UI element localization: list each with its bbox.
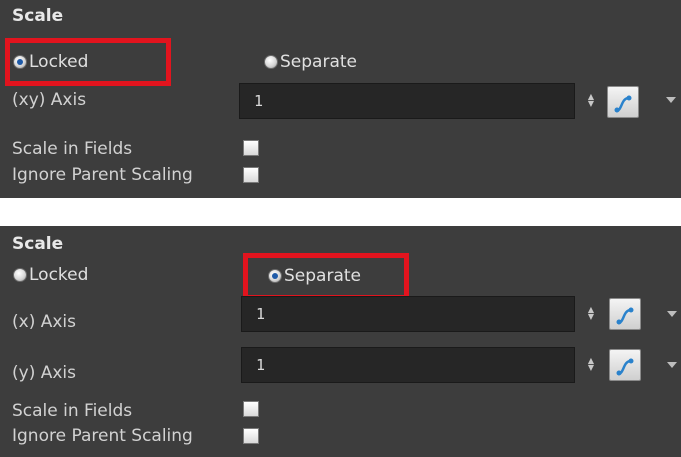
y-axis-field[interactable]: 1 <box>241 347 575 383</box>
caret-down-icon[interactable] <box>666 97 676 103</box>
function-curve-icon <box>614 95 632 113</box>
scale-in-fields-label: Scale in Fields <box>12 401 133 421</box>
ignore-parent-scaling-checkbox[interactable] <box>243 428 259 444</box>
radio-unselected-icon <box>13 268 27 282</box>
radio-locked-label: Locked <box>29 265 89 285</box>
radio-separate[interactable]: Separate <box>264 52 357 72</box>
x-axis-field[interactable]: 1 <box>241 296 575 332</box>
section-title: Scale <box>12 6 64 26</box>
scale-in-fields-label: Scale in Fields <box>12 139 133 159</box>
radio-separate-label: Separate <box>280 52 357 72</box>
section-title: Scale <box>12 234 64 254</box>
radio-unselected-icon <box>264 55 278 69</box>
stepper-icon[interactable]: ▲ ▼ <box>585 93 597 109</box>
xy-axis-field[interactable]: 1 <box>239 83 575 119</box>
ignore-parent-scaling-checkbox[interactable] <box>243 167 259 183</box>
function-curve-icon <box>616 358 634 376</box>
xy-axis-label: (xy) Axis <box>12 90 87 110</box>
highlight-box <box>243 253 409 300</box>
x-axis-label: (x) Axis <box>12 312 76 332</box>
caret-down-icon[interactable] <box>667 311 677 317</box>
highlight-box <box>5 38 171 86</box>
ignore-parent-scaling-label: Ignore Parent Scaling <box>12 165 193 185</box>
scale-panel-separate: Scale Locked Separate (x) Axis 1 ▲ ▼ (y) … <box>0 226 681 457</box>
stepper-icon[interactable]: ▲ ▼ <box>585 357 597 373</box>
scale-in-fields-checkbox[interactable] <box>243 140 259 156</box>
ignore-parent-scaling-label: Ignore Parent Scaling <box>12 426 193 446</box>
function-curve-button[interactable] <box>609 298 641 330</box>
caret-down-icon[interactable] <box>667 362 677 368</box>
stepper-icon[interactable]: ▲ ▼ <box>585 306 597 322</box>
function-curve-icon <box>616 307 634 325</box>
function-curve-button[interactable] <box>607 86 639 118</box>
radio-locked[interactable]: Locked <box>13 265 88 285</box>
function-curve-button[interactable] <box>609 349 641 381</box>
scale-in-fields-checkbox[interactable] <box>243 401 259 417</box>
scale-panel-locked: Scale Locked Separate (xy) Axis 1 ▲ ▼ Sca… <box>0 0 681 198</box>
y-axis-label: (y) Axis <box>12 363 76 383</box>
